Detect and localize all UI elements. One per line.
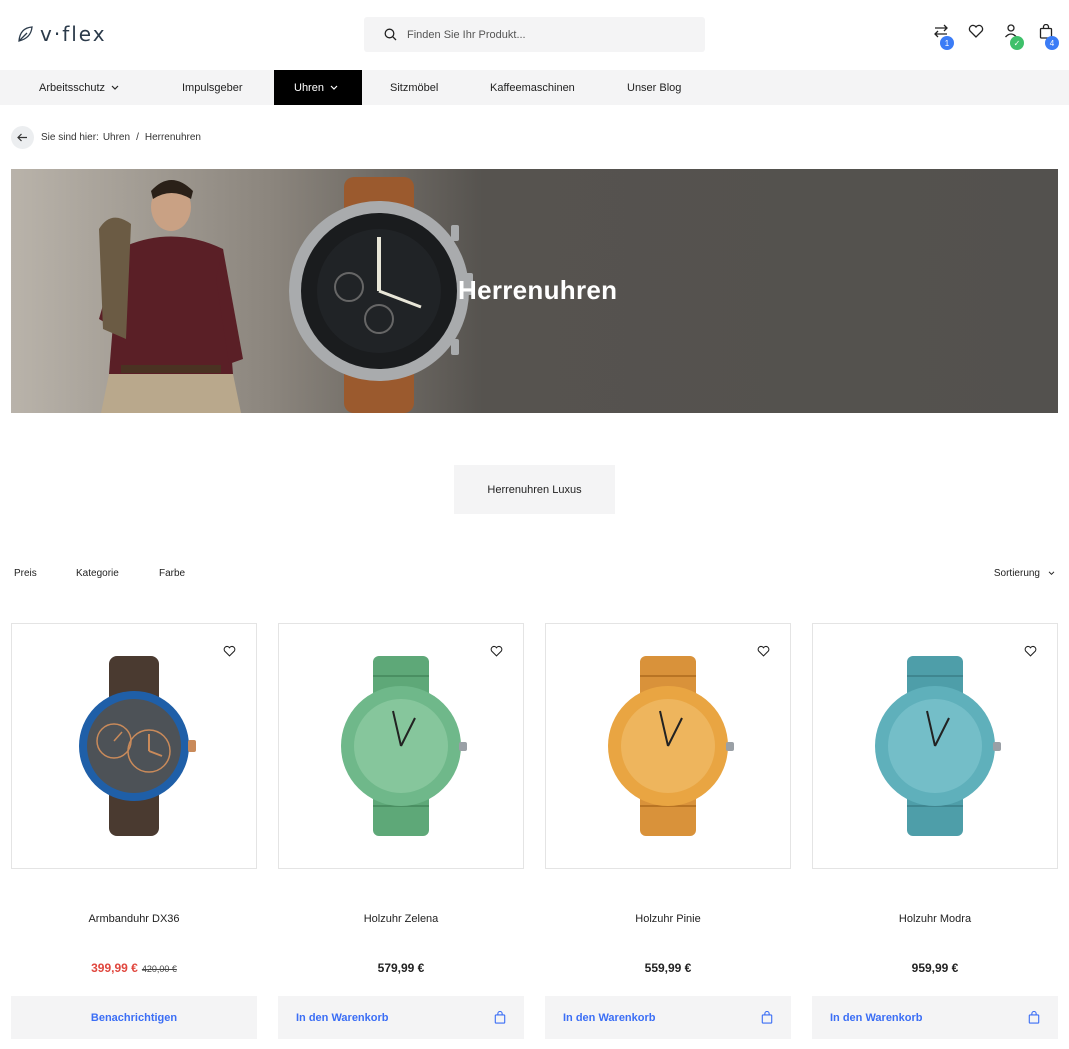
add-to-cart-label: In den Warenkorb bbox=[563, 1011, 656, 1024]
cart-count-badge: 4 bbox=[1045, 36, 1059, 50]
product-card: Holzuhr Pinie 559,99 € In den Warenkorb bbox=[545, 623, 791, 1039]
nav-item-kaffeemaschinen[interactable]: Kaffeemaschinen bbox=[490, 70, 575, 105]
hero-title: Herrenuhren bbox=[458, 275, 618, 305]
search-bar[interactable] bbox=[364, 17, 705, 52]
breadcrumb-separator: / bbox=[136, 132, 139, 143]
add-to-cart-button[interactable]: In den Warenkorb bbox=[812, 996, 1058, 1039]
back-button[interactable] bbox=[11, 126, 34, 149]
nav-item-impulsgeber[interactable]: Impulsgeber bbox=[182, 70, 243, 105]
filter-farbe[interactable]: Farbe bbox=[159, 568, 185, 579]
chevron-down-icon bbox=[1048, 571, 1055, 576]
nav-item-label: Unser Blog bbox=[627, 81, 682, 94]
header: v·flex 1 ✓ 4 bbox=[0, 0, 1069, 70]
breadcrumb-prefix: Sie sind hier: bbox=[41, 132, 99, 143]
header-actions: 1 ✓ 4 bbox=[932, 24, 1059, 50]
category-hero-banner: Herrenuhren bbox=[11, 169, 1058, 413]
cart-button[interactable]: 4 bbox=[1037, 24, 1059, 50]
nav-item-sitzmoebel[interactable]: Sitzmöbel bbox=[390, 70, 438, 105]
filter-kategorie[interactable]: Kategorie bbox=[76, 568, 119, 579]
product-image bbox=[341, 656, 467, 836]
sale-price: 399,99 € bbox=[91, 961, 138, 975]
add-to-cart-label: In den Warenkorb bbox=[830, 1011, 923, 1024]
chevron-down-icon bbox=[111, 85, 119, 90]
main-navigation: Arbeitsschutz Impulsgeber Uhren Sitzmöbe… bbox=[0, 70, 1069, 105]
logged-in-check-icon: ✓ bbox=[1010, 36, 1024, 50]
product-price: 559,99 € bbox=[644, 961, 692, 975]
wishlist-button[interactable] bbox=[967, 24, 985, 46]
nav-item-arbeitsschutz[interactable]: Arbeitsschutz bbox=[39, 70, 119, 105]
product-image bbox=[608, 656, 734, 836]
product-card: Armbanduhr DX36 399,99 €420,00 € Benachr… bbox=[11, 623, 257, 1039]
product-price: 959,99 € bbox=[911, 961, 959, 975]
sort-label: Sortierung bbox=[993, 568, 1040, 579]
product-price: 399,99 €420,00 € bbox=[11, 961, 257, 975]
product-card: Holzuhr Modra 959,99 € In den Warenkorb bbox=[812, 623, 1058, 1039]
nav-item-uhren[interactable]: Uhren bbox=[274, 70, 362, 105]
account-button[interactable]: ✓ bbox=[1002, 24, 1024, 50]
product-card: Holzuhr Zelena 579,99 € In den Warenkorb bbox=[278, 623, 524, 1039]
add-to-cart-button[interactable]: In den Warenkorb bbox=[278, 996, 524, 1039]
wishlist-heart-icon[interactable] bbox=[490, 644, 503, 662]
breadcrumb-link-herrenuhren[interactable]: Herrenuhren bbox=[145, 132, 201, 143]
chevron-down-icon bbox=[330, 85, 338, 90]
logo[interactable]: v·flex bbox=[16, 22, 107, 46]
search-input[interactable] bbox=[407, 28, 687, 41]
product-image bbox=[79, 656, 196, 836]
shopping-bag-icon bbox=[494, 1011, 506, 1024]
product-image bbox=[875, 656, 1001, 836]
subcategory-herrenuhren-luxus[interactable]: Herrenuhren Luxus bbox=[454, 465, 615, 514]
product-image-link[interactable] bbox=[545, 623, 791, 869]
add-to-cart-label: In den Warenkorb bbox=[296, 1011, 389, 1024]
filter-preis[interactable]: Preis bbox=[14, 568, 37, 579]
product-image-link[interactable] bbox=[812, 623, 1058, 869]
logo-text: v·flex bbox=[40, 22, 107, 46]
shopping-bag-icon bbox=[761, 1011, 773, 1024]
notify-button-label: Benachrichtigen bbox=[90, 1011, 178, 1024]
add-to-cart-button[interactable]: In den Warenkorb bbox=[545, 996, 791, 1039]
wishlist-heart-icon[interactable] bbox=[757, 644, 770, 662]
product-name[interactable]: Holzuhr Modra bbox=[812, 913, 1058, 925]
old-price: 420,00 € bbox=[141, 964, 177, 974]
arrow-left-icon bbox=[17, 133, 27, 142]
product-name[interactable]: Holzuhr Zelena bbox=[278, 913, 524, 925]
wishlist-heart-icon[interactable] bbox=[223, 644, 236, 662]
product-name[interactable]: Armbanduhr DX36 bbox=[11, 913, 257, 925]
shopping-bag-icon bbox=[1028, 1011, 1040, 1024]
breadcrumb-link-uhren[interactable]: Uhren bbox=[103, 132, 130, 143]
nav-item-label: Kaffeemaschinen bbox=[490, 81, 575, 94]
nav-item-label: Arbeitsschutz bbox=[39, 81, 106, 94]
product-price: 579,99 € bbox=[377, 961, 425, 975]
product-image-link[interactable] bbox=[278, 623, 524, 869]
sort-dropdown[interactable]: Sortierung bbox=[994, 568, 1055, 579]
nav-item-label: Sitzmöbel bbox=[390, 81, 439, 94]
compare-button[interactable]: 1 bbox=[932, 24, 954, 50]
heart-icon bbox=[968, 24, 984, 38]
nav-item-label: Uhren bbox=[294, 81, 324, 94]
nav-item-label: Impulsgeber bbox=[182, 81, 243, 94]
notify-button[interactable]: Benachrichtigen bbox=[11, 996, 257, 1039]
product-name[interactable]: Holzuhr Pinie bbox=[545, 913, 791, 925]
search-icon bbox=[384, 28, 397, 41]
wishlist-heart-icon[interactable] bbox=[1024, 644, 1037, 662]
compare-count-badge: 1 bbox=[940, 36, 954, 50]
nav-item-blog[interactable]: Unser Blog bbox=[627, 70, 681, 105]
product-image-link[interactable] bbox=[11, 623, 257, 869]
leaf-icon bbox=[18, 26, 33, 42]
breadcrumb: Sie sind hier: Uhren / Herrenuhren bbox=[11, 126, 201, 149]
